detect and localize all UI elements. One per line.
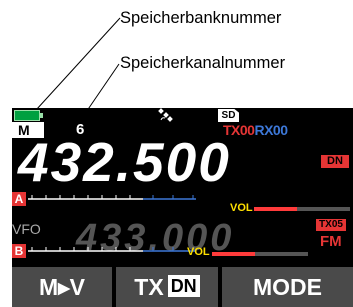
band-a-vol-label: VOL: [230, 202, 253, 214]
band-a-frequency[interactable]: 432.500: [18, 135, 231, 190]
band-b-vol-fill: [212, 252, 256, 256]
band-a-label[interactable]: A: [12, 192, 26, 206]
battery-tip: [40, 113, 43, 118]
band-a-s-meter: [28, 195, 196, 200]
gps-satellite-icon: [158, 108, 173, 122]
band-a-vol-track[interactable]: [254, 207, 350, 211]
tx-dn-softkey[interactable]: TX DN: [116, 267, 218, 307]
band-a-mode-badge: DN: [321, 155, 349, 168]
band-b-mode: FM: [320, 233, 342, 250]
band-a-vol-fill: [254, 207, 298, 211]
mv-softkey[interactable]: M▸V: [12, 267, 112, 307]
softkey-bar: M▸V TX DN MODE: [12, 267, 353, 307]
band-b-label[interactable]: B: [12, 244, 26, 258]
mode-softkey[interactable]: MODE: [222, 267, 353, 307]
tx-rx-indicator: TX00RX00: [223, 122, 288, 138]
band-b-mode-label: VFO: [12, 221, 41, 237]
band-b-vol-track[interactable]: [212, 252, 308, 256]
band-b-vol-label: VOL: [187, 246, 210, 258]
rx-count: RX00: [254, 122, 288, 138]
battery-icon: [14, 110, 40, 121]
radio-display: SD M 6 TX00RX00 432.500 DN A VOL VFO 433…: [12, 108, 353, 307]
tx-dn-softkey-tx: TX: [134, 274, 164, 300]
tx-dn-softkey-dn: DN: [167, 275, 200, 297]
sd-card-icon: SD: [218, 109, 239, 122]
band-b-tx-badge: TX05: [316, 219, 346, 231]
